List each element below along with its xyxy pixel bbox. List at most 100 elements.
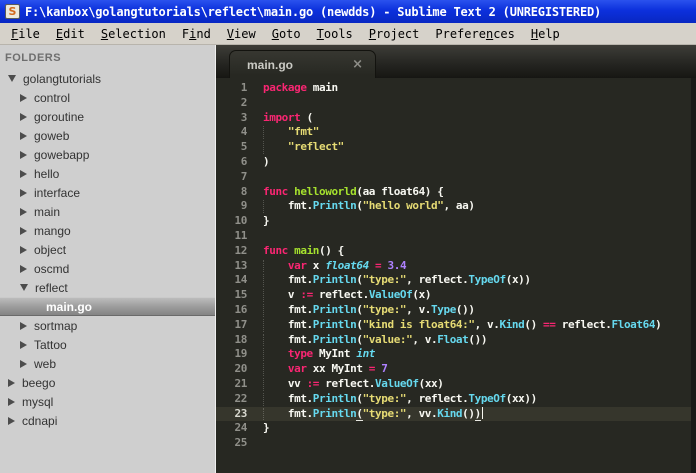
code-line[interactable]: 4 "fmt" [216,125,696,140]
code-line[interactable]: 21 vv := reflect.ValueOf(xx) [216,377,696,392]
triangle-right-icon[interactable] [20,226,27,235]
line-number: 23 [234,406,248,420]
code-line[interactable]: 15 v := reflect.ValueOf(x) [216,288,696,303]
triangle-right-icon[interactable] [20,188,27,197]
code-line[interactable]: 17 fmt.Println("kind is float64:", v.Kin… [216,318,696,333]
app-body: FOLDERS golangtutorials control goroutine g… [0,45,696,473]
triangle-right-icon[interactable] [20,340,27,349]
triangle-right-icon[interactable] [20,264,27,273]
tree-item-hello[interactable]: hello [0,164,215,183]
tree-item-goweb[interactable]: goweb [0,126,215,145]
triangle-right-icon[interactable] [20,150,27,159]
triangle-right-icon[interactable] [20,207,27,216]
code-text: } [263,214,270,228]
folders-sidebar[interactable]: FOLDERS golangtutorials control goroutine g… [0,45,216,473]
window-titlebar[interactable]: S F:\kanbox\golangtutorials\reflect\main… [0,0,696,23]
line-number: 7 [240,169,248,183]
code-line[interactable]: 12 func main() { [216,244,696,259]
menu-item-edit[interactable]: Edit [48,25,93,43]
menu-item-project[interactable]: Project [361,25,428,43]
tab-main-go[interactable]: main.go × [229,50,376,78]
menu-item-tools[interactable]: Tools [309,25,361,43]
tree-item-label: mysql [22,394,54,409]
line-number: 6 [240,154,248,168]
menu-item-view[interactable]: View [219,25,264,43]
triangle-right-icon[interactable] [20,112,27,121]
code-line[interactable]: 8 func helloworld(aa float64) { [216,185,696,200]
line-number: 9 [240,199,248,213]
tree-item-label: goweb [34,128,70,143]
tree-item-mysql[interactable]: mysql [0,392,215,411]
triangle-down-icon[interactable] [8,75,16,82]
code-text: v := reflect.ValueOf(x) [263,288,432,302]
tree-item-cdnapi[interactable]: cdnapi [0,411,215,430]
tree-item-interface[interactable]: interface [0,183,215,202]
folder-tree: golangtutorials control goroutine goweb gowe… [0,69,215,430]
line-number: 13 [234,258,248,272]
triangle-right-icon[interactable] [8,397,15,406]
code-line[interactable]: 11 [216,229,696,244]
tree-item-label: goroutine [34,109,85,124]
code-line[interactable]: 14 fmt.Println("type:", reflect.TypeOf(x… [216,273,696,288]
triangle-right-icon[interactable] [20,359,27,368]
triangle-right-icon[interactable] [8,416,15,425]
code-line[interactable]: 18 fmt.Println("value:", v.Float()) [216,333,696,348]
code-line[interactable]: 9 fmt.Println("hello world", aa) [216,199,696,214]
code-line[interactable]: 19 type MyInt int [216,347,696,362]
code-line[interactable]: 25 [216,436,696,451]
tree-item-main[interactable]: main [0,202,215,221]
line-number: 8 [240,184,248,198]
tree-item-sortmap[interactable]: sortmap [0,316,215,335]
code-line[interactable]: 16 fmt.Println("type:", v.Type()) [216,303,696,318]
code-line[interactable]: 7 [216,170,696,185]
line-number: 5 [240,140,248,154]
code-line[interactable]: 1 package main [216,81,696,96]
line-number: 20 [234,362,248,376]
triangle-right-icon[interactable] [20,321,27,330]
code-line[interactable]: 22 fmt.Println("type:", reflect.TypeOf(x… [216,392,696,407]
triangle-right-icon[interactable] [8,378,15,387]
code-line[interactable]: 6) [216,155,696,170]
tree-item-object[interactable]: object [0,240,215,259]
menu-item-find[interactable]: Find [174,25,219,43]
code-line[interactable]: 5 "reflect" [216,140,696,155]
code-text: fmt.Println("type:", reflect.TypeOf(x)) [263,273,531,287]
tree-item-gowebapp[interactable]: gowebapp [0,145,215,164]
editor-scrollbar[interactable] [691,78,696,473]
menu-item-file[interactable]: File [3,25,48,43]
tree-item-tattoo[interactable]: Tattoo [0,335,215,354]
code-line[interactable]: 10} [216,214,696,229]
sublime-text-app-icon[interactable]: S [5,4,20,19]
triangle-right-icon[interactable] [20,93,27,102]
tree-item-control[interactable]: control [0,88,215,107]
tree-item-beego[interactable]: beego [0,373,215,392]
tree-item-main.go[interactable]: main.go [0,297,215,316]
tab-close-icon[interactable]: × [352,57,363,72]
code-line[interactable]: 2 [216,96,696,111]
code-line[interactable]: 20 var xx MyInt = 7 [216,362,696,377]
tree-item-web[interactable]: web [0,354,215,373]
code-line[interactable]: 3 import ( [216,111,696,126]
code-line[interactable]: 24} [216,421,696,436]
triangle-right-icon[interactable] [20,169,27,178]
tree-item-goroutine[interactable]: goroutine [0,107,215,126]
triangle-right-icon[interactable] [20,245,27,254]
code-editor[interactable]: 1 package main 2 3 import (4 "fmt" 5 "reflect… [216,78,696,473]
line-number: 15 [234,288,248,302]
menu-item-goto[interactable]: Goto [264,25,309,43]
line-number: 18 [234,332,248,346]
code-line[interactable]: 13 var x float64 = 3.4 [216,259,696,274]
tree-item-golangtutorials[interactable]: golangtutorials [0,69,215,88]
triangle-right-icon[interactable] [20,131,27,140]
sublime-text-window: S F:\kanbox\golangtutorials\reflect\main… [0,0,696,473]
triangle-down-icon[interactable] [20,284,28,291]
menu-item-help[interactable]: Help [523,25,568,43]
tree-item-oscmd[interactable]: oscmd [0,259,215,278]
code-line[interactable]: 23 fmt.Println("type:", vv.Kind()) [216,406,696,422]
menu-item-selection[interactable]: Selection [93,25,174,43]
folders-header: FOLDERS [5,52,62,64]
code-text: fmt.Println("value:", v.Float()) [263,332,488,347]
menu-item-preferences[interactable]: Preferences [427,25,523,43]
tree-item-reflect[interactable]: reflect [0,278,215,297]
tree-item-mango[interactable]: mango [0,221,215,240]
